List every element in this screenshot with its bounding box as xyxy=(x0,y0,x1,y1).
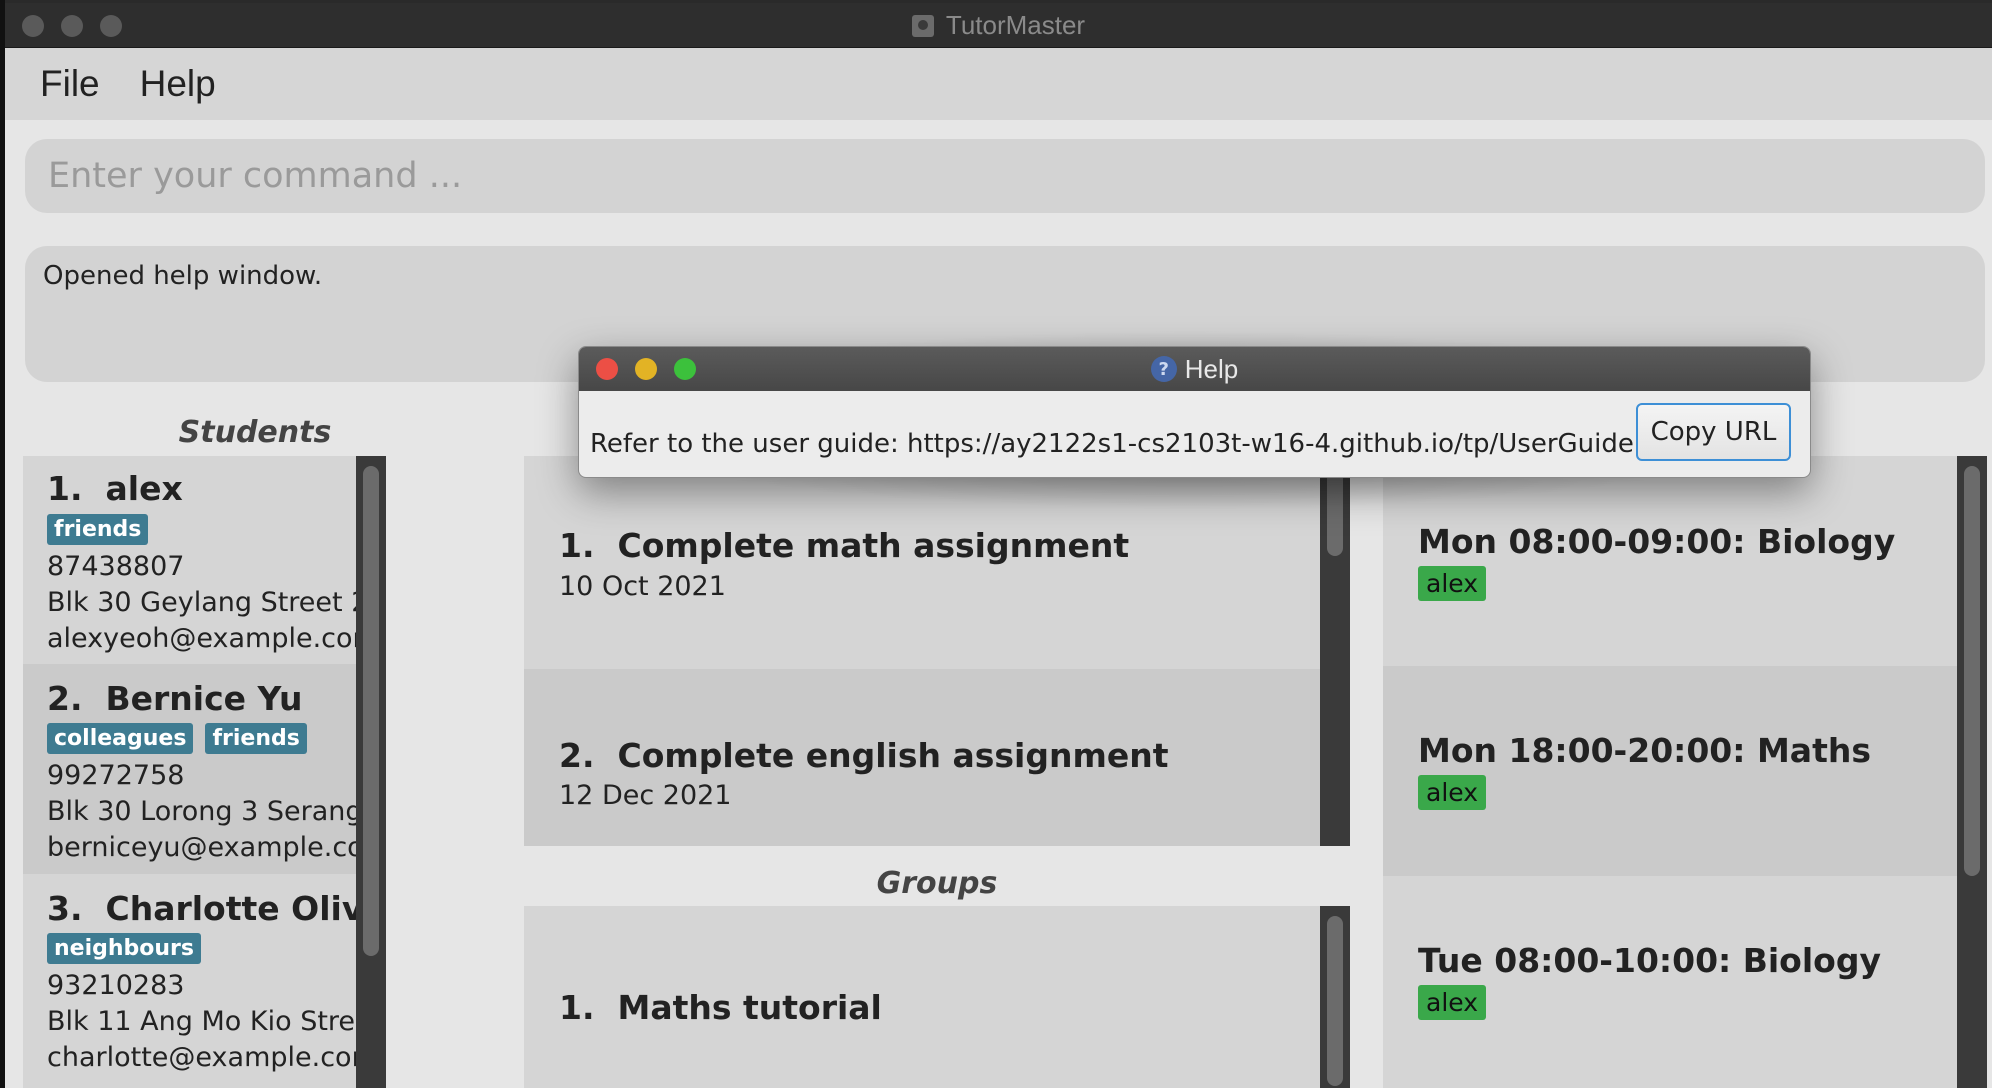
group-name: 1. Maths tutorial xyxy=(559,988,882,1027)
lesson-list[interactable]: Mon 08:00-09:00: Biology alex Mon 18:00-… xyxy=(1383,456,1962,1088)
lesson-scrollbar-track[interactable] xyxy=(1957,456,1987,1088)
student-scrollbar[interactable] xyxy=(356,456,386,1088)
menu-file[interactable]: File xyxy=(40,63,100,105)
student-tags: neighbours xyxy=(47,933,202,964)
student-name: 2. Bernice Yu xyxy=(47,679,303,718)
task-name: 1. Complete math assignment xyxy=(559,526,1130,565)
lesson-scroll-thumb[interactable] xyxy=(1964,466,1980,876)
student-phone: 87438807 xyxy=(47,551,185,582)
help-dialog: ? Help Refer to the user guide: https://… xyxy=(578,346,1811,478)
student-card[interactable]: 1. alex friends 87438807 Blk 30 Geylang … xyxy=(23,456,386,664)
student-email: charlotte@example.com xyxy=(47,1042,378,1073)
help-titlebar[interactable]: ? Help xyxy=(579,347,1810,391)
task-date: 12 Dec 2021 xyxy=(559,780,732,811)
student-address: Blk 11 Ang Mo Kio Street 74, #... xyxy=(47,1006,386,1037)
task-list[interactable]: 1. Complete math assignment 10 Oct 2021 … xyxy=(524,456,1350,846)
lesson-card[interactable]: Mon 18:00-20:00: Maths alex xyxy=(1383,666,1962,876)
help-message: Refer to the user guide: https://ay2122s… xyxy=(590,429,1702,459)
lesson-tags: alex xyxy=(1418,566,1487,601)
main-window: TutorMaster File Help Opened help window… xyxy=(5,3,1992,1088)
lesson-student-tag: alex xyxy=(1418,775,1487,810)
help-question-icon: ? xyxy=(1150,356,1177,382)
student-phone: 93210283 xyxy=(47,970,185,1001)
help-title: Help xyxy=(1184,353,1239,384)
student-card[interactable]: 2. Bernice Yu colleagues friends 9927275… xyxy=(23,664,386,874)
student-scroll-thumb[interactable] xyxy=(363,466,379,956)
student-list[interactable]: 1. alex friends 87438807 Blk 30 Geylang … xyxy=(23,456,386,1088)
copy-url-button[interactable]: Copy URL xyxy=(1636,403,1791,461)
lesson-tags: alex xyxy=(1418,775,1487,810)
task-date: 10 Oct 2021 xyxy=(559,571,726,602)
student-tags: friends xyxy=(47,514,149,545)
task-scrollbar[interactable] xyxy=(1320,456,1350,846)
student-email: berniceyu@example.com xyxy=(47,832,386,863)
command-input[interactable] xyxy=(48,139,1985,213)
lesson-card[interactable]: Tue 08:00-10:00: Biology alex xyxy=(1383,876,1962,1088)
app-icon xyxy=(911,14,934,37)
student-phone: 99272758 xyxy=(47,760,185,791)
lesson-title: Mon 08:00-09:00: Biology xyxy=(1418,522,1896,561)
lesson-title: Tue 08:00-10:00: Biology xyxy=(1418,941,1881,980)
students-heading: Students xyxy=(178,415,332,450)
groups-heading: Groups xyxy=(876,866,998,901)
menu-bar: File Help xyxy=(5,48,1992,120)
group-card[interactable]: 1. Maths tutorial xyxy=(524,906,1350,1088)
student-address: Blk 30 Lorong 3 Serangoon G... xyxy=(47,796,386,827)
task-card[interactable]: 2. Complete english assignment 12 Dec 20… xyxy=(524,669,1350,846)
student-address: Blk 30 Geylang Street 29, #06-... xyxy=(47,587,386,618)
student-tags: colleagues friends xyxy=(47,723,307,754)
lesson-student-tag: alex xyxy=(1418,566,1487,601)
menu-help[interactable]: Help xyxy=(140,63,216,105)
task-name: 2. Complete english assignment xyxy=(559,736,1169,775)
student-email: alexyeoh@example.com xyxy=(47,623,379,654)
student-tag: neighbours xyxy=(47,933,202,964)
group-scroll-thumb[interactable] xyxy=(1327,916,1343,1086)
student-tag: friends xyxy=(205,723,307,754)
student-tag: friends xyxy=(47,514,149,545)
group-list[interactable]: 1. Maths tutorial xyxy=(524,906,1350,1088)
lesson-title: Mon 18:00-20:00: Maths xyxy=(1418,731,1871,770)
lesson-student-tag: alex xyxy=(1418,985,1487,1020)
student-card[interactable]: 3. Charlotte Oliveiro neighbours 9321028… xyxy=(23,874,386,1088)
student-tag: colleagues xyxy=(47,723,194,754)
group-scrollbar[interactable] xyxy=(1320,906,1350,1088)
command-box xyxy=(25,139,1985,213)
window-titlebar[interactable]: TutorMaster xyxy=(5,3,1992,48)
student-name: 3. Charlotte Oliveiro xyxy=(47,889,386,928)
lesson-tags: alex xyxy=(1418,985,1487,1020)
student-name: 1. alex xyxy=(47,469,183,508)
result-text: Opened help window. xyxy=(43,261,323,291)
window-title: TutorMaster xyxy=(945,10,1086,40)
